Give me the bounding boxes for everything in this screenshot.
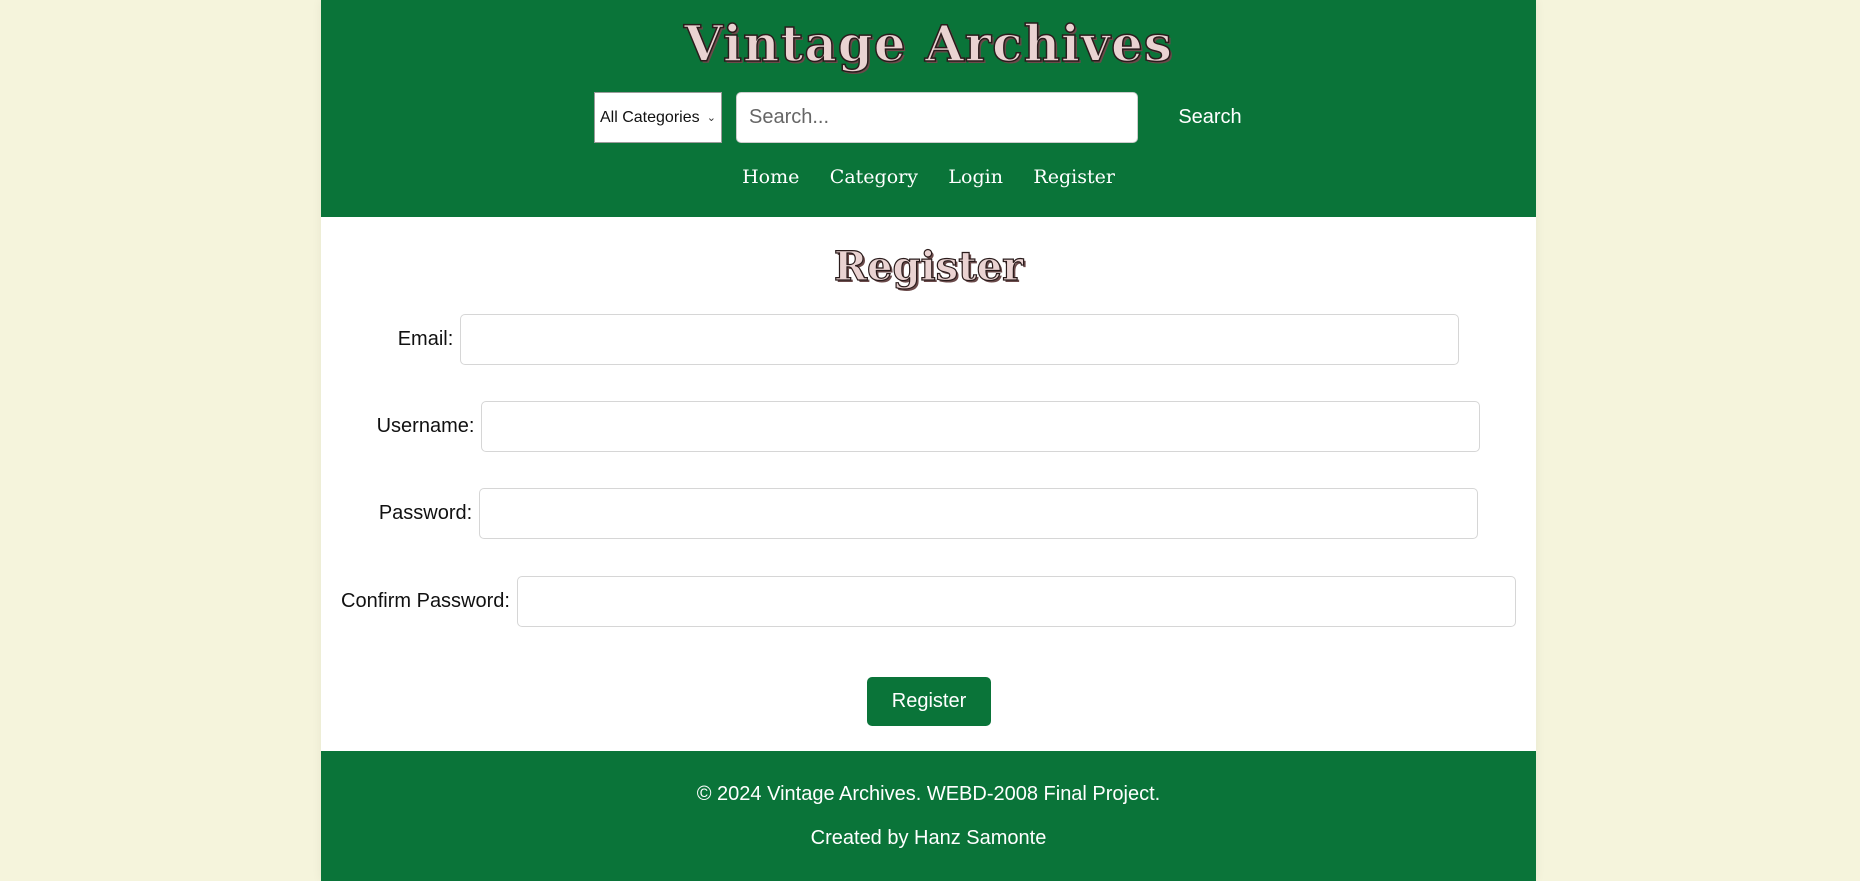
confirm-password-field[interactable] bbox=[516, 576, 1516, 627]
search-bar: All Categories ⌄ Search bbox=[594, 92, 1262, 143]
main-nav: Home Category Login Register bbox=[321, 166, 1536, 188]
email-label: Email: bbox=[397, 328, 454, 350]
search-input[interactable] bbox=[736, 92, 1138, 143]
password-field[interactable] bbox=[479, 488, 1479, 539]
nav-login[interactable]: Login bbox=[948, 166, 1003, 188]
password-row: Password: bbox=[321, 488, 1536, 539]
site-title: Vintage Archives bbox=[683, 13, 1173, 74]
page-title: Register bbox=[833, 242, 1024, 290]
username-row: Username: bbox=[321, 401, 1536, 452]
confirm-password-row: Confirm Password: bbox=[321, 576, 1536, 627]
site-footer: © 2024 Vintage Archives. WEBD-2008 Final… bbox=[321, 751, 1536, 881]
category-select-value: All Categories bbox=[600, 108, 700, 126]
email-row: Email: bbox=[321, 314, 1536, 365]
username-label: Username: bbox=[376, 415, 475, 437]
footer-copyright: © 2024 Vintage Archives. WEBD-2008 Final… bbox=[696, 783, 1161, 805]
register-button[interactable]: Register bbox=[867, 677, 991, 726]
register-form: Register Email: Username: Password: Conf… bbox=[321, 217, 1536, 751]
page-container: Vintage Archives All Categories ⌄ Search… bbox=[321, 0, 1536, 881]
chevron-down-icon: ⌄ bbox=[706, 112, 716, 124]
category-select[interactable]: All Categories ⌄ bbox=[594, 92, 722, 143]
confirm-password-label: Confirm Password: bbox=[341, 590, 510, 612]
password-label: Password: bbox=[378, 502, 473, 524]
nav-register[interactable]: Register bbox=[1033, 166, 1115, 188]
nav-category[interactable]: Category bbox=[830, 166, 918, 188]
search-button[interactable]: Search bbox=[1158, 92, 1262, 143]
footer-credit: Created by Hanz Samonte bbox=[810, 827, 1047, 849]
email-field[interactable] bbox=[460, 314, 1460, 365]
nav-home[interactable]: Home bbox=[742, 166, 799, 188]
site-header: Vintage Archives All Categories ⌄ Search… bbox=[321, 0, 1536, 217]
username-field[interactable] bbox=[481, 401, 1481, 452]
